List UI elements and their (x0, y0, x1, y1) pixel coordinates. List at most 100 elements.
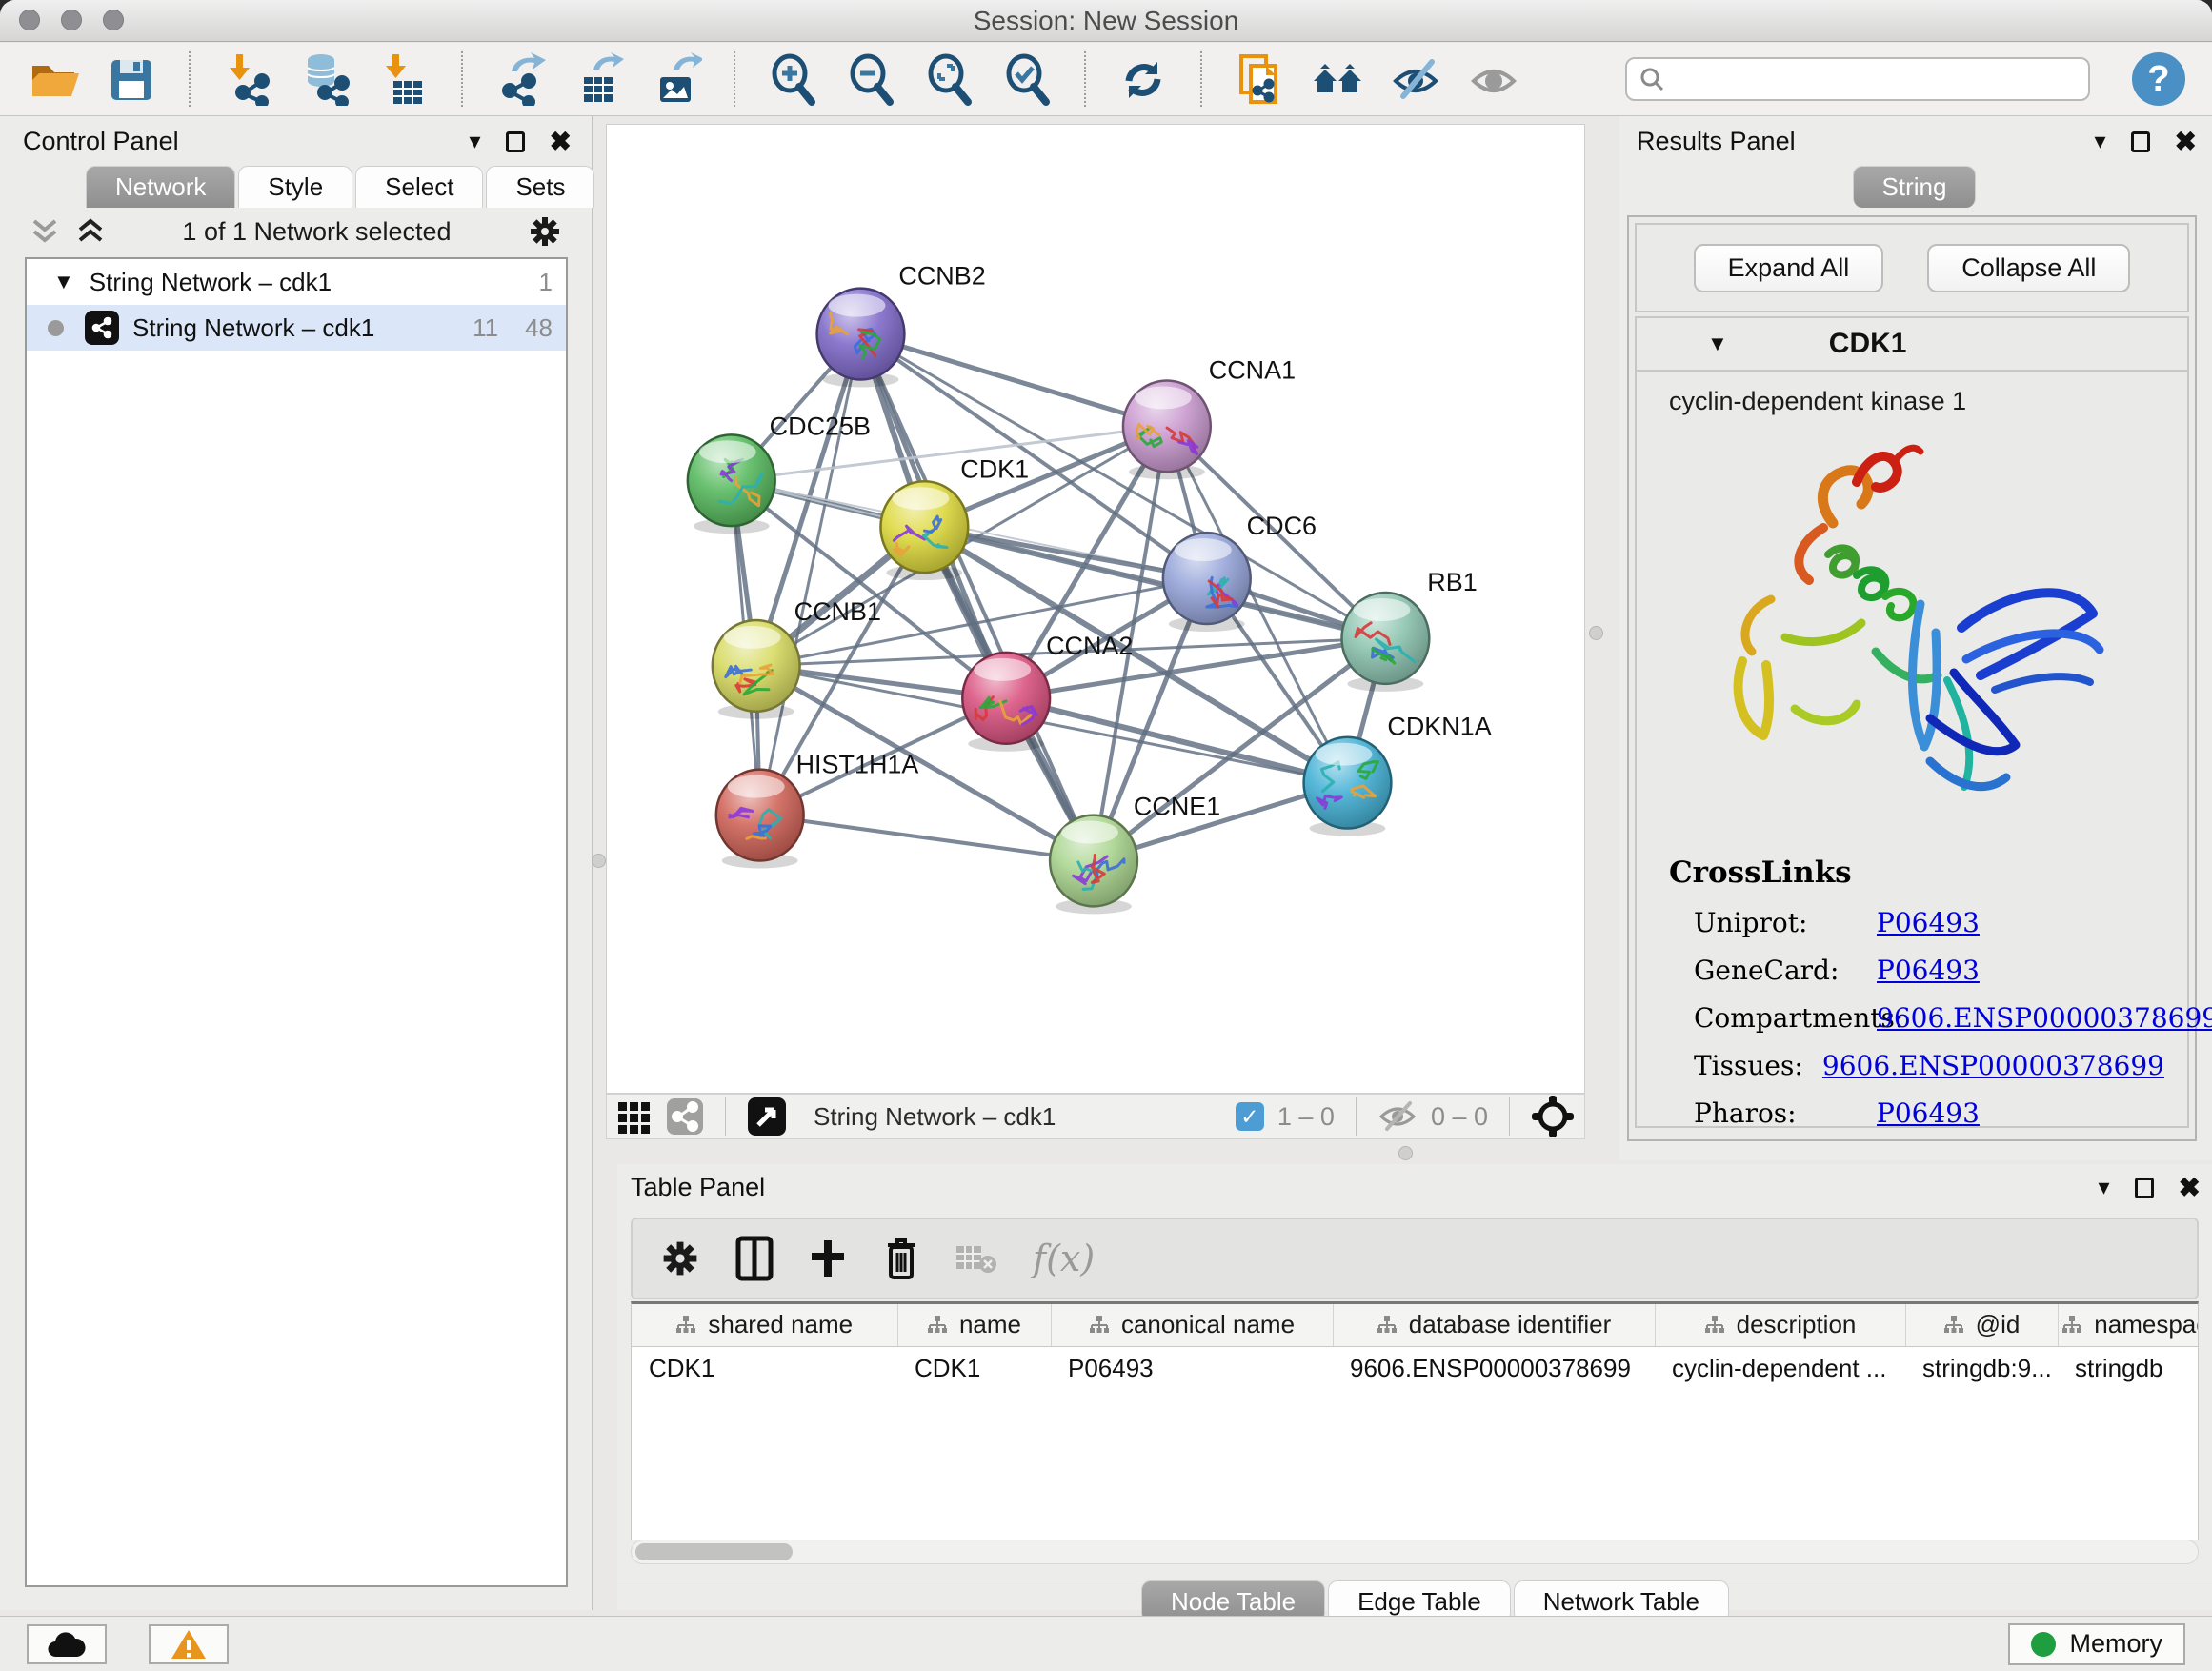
window-controls[interactable] (19, 10, 124, 30)
network-row-selected[interactable]: String Network – cdk1 11 48 (27, 305, 566, 351)
network-collection-row[interactable]: ▼ String Network – cdk1 1 (27, 259, 566, 305)
left-splitter-handle[interactable] (592, 854, 606, 868)
warnings-button[interactable] (149, 1624, 229, 1664)
node-label-CCNA2: CCNA2 (1046, 632, 1133, 660)
eye-slash-icon[interactable] (1389, 51, 1442, 107)
import-network-database-icon[interactable] (299, 51, 352, 107)
tab-network[interactable]: Network (86, 166, 235, 208)
network-options-gear-icon[interactable] (527, 213, 563, 250)
status-bar: Memory (0, 1616, 2212, 1671)
birdseye-view-icon[interactable] (747, 1097, 787, 1137)
import-network-file-icon[interactable] (221, 51, 274, 107)
zoom-in-icon[interactable] (766, 51, 819, 107)
expand-all-button[interactable]: Expand All (1694, 244, 1884, 292)
network-canvas[interactable]: CCNB2CCNA1CDC25BCDK1CDC6RB1CCNB1CCNA2CDK… (606, 124, 1585, 1094)
tab-style[interactable]: Style (238, 166, 352, 208)
crosslink-link[interactable]: P06493 (1877, 955, 1980, 986)
panel-float-icon[interactable] (2135, 1178, 2154, 1198)
close-window-button[interactable] (19, 10, 40, 30)
collection-count: 1 (539, 268, 553, 297)
column-header-database-identifier[interactable]: database identifier (1333, 1304, 1655, 1346)
table-row[interactable]: CDK1CDK1P064939606.ENSP00000378699cyclin… (632, 1346, 2199, 1390)
node-CDC25B[interactable]: CDC25B (688, 412, 871, 534)
right-splitter-handle[interactable] (1589, 626, 1603, 640)
search-box[interactable] (1625, 57, 2090, 101)
table-hscrollbar[interactable] (631, 1540, 2199, 1564)
gene-collapse-icon[interactable]: ▼ (1707, 332, 1728, 356)
network-icon (85, 311, 119, 345)
collapse-all-networks-icon[interactable] (29, 217, 61, 246)
network-graph[interactable]: CCNB2CCNA1CDC25BCDK1CDC6RB1CCNB1CCNA2CDK… (607, 125, 1584, 1093)
column-header-description[interactable]: description (1655, 1304, 1905, 1346)
network-view-share-icon[interactable] (666, 1097, 704, 1136)
tab-sets[interactable]: Sets (486, 166, 594, 208)
node-CDKN1A[interactable]: CDKN1A (1304, 713, 1492, 836)
panel-menu-icon[interactable]: ▾ (2094, 128, 2105, 155)
node-CCNE1[interactable]: CCNE1 (1050, 793, 1220, 915)
selected-checkbox-icon[interactable]: ✓ (1236, 1102, 1264, 1131)
houses-icon[interactable] (1311, 51, 1364, 107)
panel-float-icon[interactable] (2131, 131, 2150, 152)
node-CCNA1[interactable]: CCNA1 (1123, 355, 1296, 479)
cloud-button[interactable] (27, 1624, 107, 1664)
edge-HIST1H1A-CCNE1[interactable] (760, 815, 1094, 861)
export-network-icon[interactable] (493, 51, 547, 107)
import-table-file-icon[interactable] (377, 51, 431, 107)
zoom-selected-icon[interactable] (1000, 51, 1054, 107)
reposition-crosshair-icon[interactable] (1531, 1095, 1575, 1138)
panel-menu-icon[interactable]: ▾ (2098, 1174, 2109, 1201)
column-header-name[interactable]: name (897, 1304, 1051, 1346)
edge-CCNB2-HIST1H1A[interactable] (760, 334, 861, 815)
collapse-all-button[interactable]: Collapse All (1927, 244, 2130, 292)
eye-icon[interactable] (1467, 51, 1520, 107)
column-header--id[interactable]: @id (1905, 1304, 2058, 1346)
panel-close-icon[interactable]: ✖ (550, 126, 572, 157)
help-icon[interactable]: ? (2132, 52, 2185, 106)
zoom-fit-icon[interactable] (922, 51, 975, 107)
column-header-namespace[interactable]: namespace (2058, 1304, 2199, 1346)
column-header-shared-name[interactable]: shared name (632, 1304, 897, 1346)
crosslink-link[interactable]: 9606.ENSP00000378699 (1877, 1002, 2212, 1034)
table-hscrollbar-thumb[interactable] (635, 1543, 793, 1560)
panel-close-icon[interactable]: ✖ (2179, 1172, 2201, 1203)
node-HIST1H1A[interactable]: HIST1H1A (716, 751, 919, 869)
panel-close-icon[interactable]: ✖ (2175, 126, 2197, 157)
gene-description: cyclin-dependent kinase 1 (1637, 372, 2187, 416)
collection-expand-icon[interactable]: ▼ (53, 270, 74, 294)
tab-select[interactable]: Select (355, 166, 483, 208)
export-table-icon[interactable] (572, 51, 625, 107)
crosslink-link[interactable]: 9606.ENSP00000378699 (1822, 1050, 2164, 1081)
open-session-icon[interactable] (27, 51, 80, 107)
crosslink-link[interactable]: P06493 (1877, 907, 1980, 938)
export-image-icon[interactable] (650, 51, 703, 107)
show-columns-icon[interactable] (735, 1236, 774, 1281)
tab-string[interactable]: String (1853, 166, 1977, 208)
delete-column-icon[interactable] (882, 1236, 920, 1281)
panel-float-icon[interactable] (506, 131, 525, 152)
grid-view-icon[interactable] (616, 1098, 653, 1135)
minimize-window-button[interactable] (61, 10, 82, 30)
node-CDK1[interactable]: CDK1 (880, 454, 1029, 580)
crosslink-link[interactable]: P06493 (1877, 1097, 1980, 1129)
toolbar-separator (461, 51, 463, 107)
node-CCNB2[interactable]: CCNB2 (817, 262, 986, 388)
expand-all-networks-icon[interactable] (74, 217, 107, 246)
edge-CCNB2-CCNE1[interactable] (860, 334, 1094, 861)
search-input[interactable] (1673, 65, 2077, 94)
zoom-out-icon[interactable] (844, 51, 897, 107)
panel-menu-icon[interactable]: ▾ (469, 128, 480, 155)
edge-CCNB2-CCNA1[interactable] (860, 334, 1166, 427)
maximize-window-button[interactable] (103, 10, 124, 30)
save-session-icon[interactable] (105, 51, 158, 107)
refresh-icon[interactable] (1116, 51, 1170, 107)
add-column-icon[interactable] (808, 1238, 848, 1278)
memory-button[interactable]: Memory (2008, 1623, 2185, 1665)
table-options-gear-icon[interactable] (659, 1238, 701, 1279)
column-header-canonical-name[interactable]: canonical name (1051, 1304, 1333, 1346)
gene-section-header[interactable]: ▼ CDK1 (1637, 318, 2187, 372)
node-CCNB1[interactable]: CCNB1 (713, 597, 881, 719)
node-RB1[interactable]: RB1 (1341, 568, 1477, 692)
node-label-CDC25B: CDC25B (770, 412, 871, 440)
clone-network-icon[interactable] (1233, 51, 1286, 107)
bottom-splitter-handle[interactable] (1398, 1146, 1413, 1160)
